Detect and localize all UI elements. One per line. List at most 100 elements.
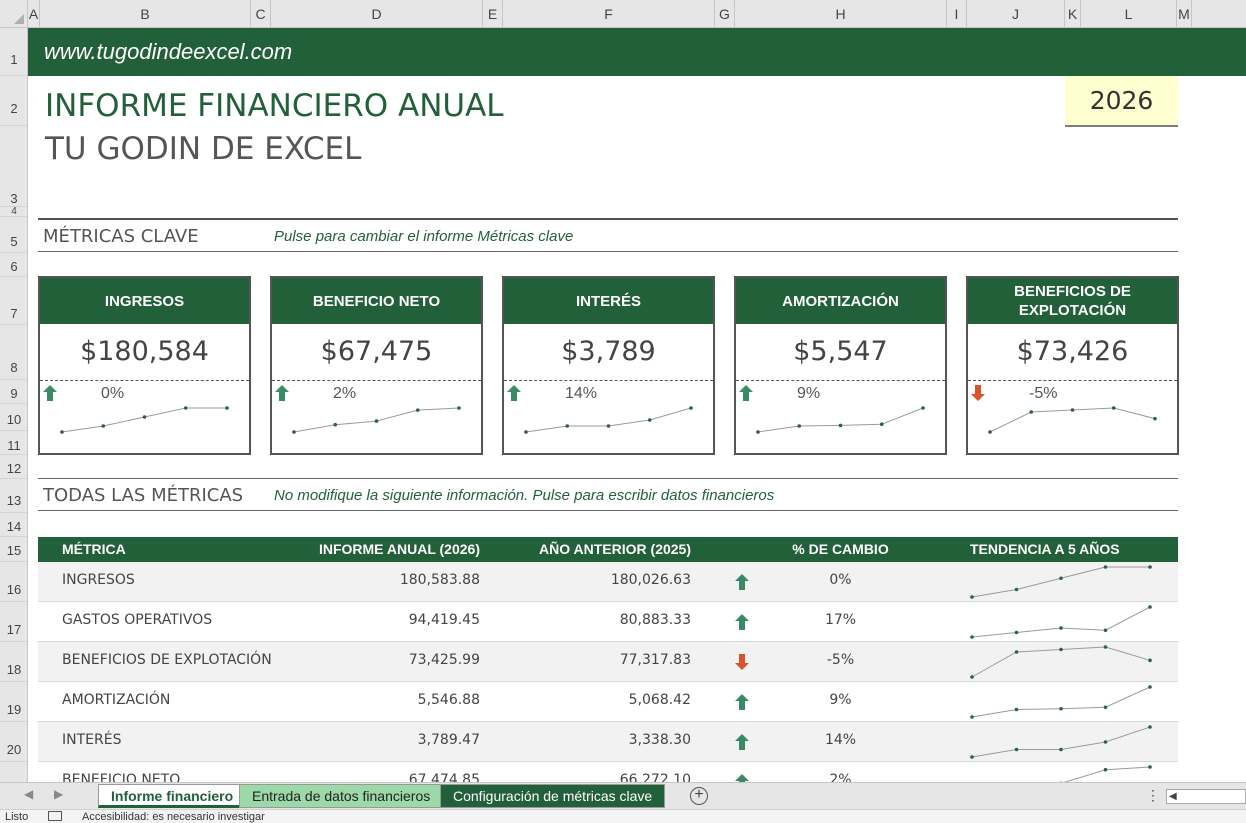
row-header-4[interactable]: 4 [0, 207, 27, 217]
sparkline-point [565, 424, 570, 428]
kpi-card-amortizacion: AMORTIZACIÓN $5,547 9% [734, 276, 947, 455]
column-header-l[interactable]: L [1081, 0, 1177, 28]
table-row[interactable]: INTERÉS 3,789.47 3,338.30 14% [38, 722, 1178, 762]
sparkline-point [970, 715, 974, 719]
row-header-14[interactable]: 14 [0, 513, 27, 537]
sparkline-point [1070, 408, 1075, 412]
row-header-11[interactable]: 11 [0, 431, 27, 455]
year-cell[interactable]: 2026 [1065, 76, 1178, 127]
sparkline-point [988, 430, 992, 434]
header-change[interactable]: % DE CAMBIO [783, 537, 898, 562]
row-header-5[interactable]: 5 [0, 217, 27, 253]
row-header-10[interactable]: 10 [0, 404, 27, 431]
row-header-8[interactable]: 8 [0, 325, 27, 380]
column-header-i[interactable]: I [947, 0, 967, 28]
sparkline-point [1014, 630, 1019, 635]
row-header-1[interactable]: 1 [0, 28, 27, 76]
sparkline-point [1103, 705, 1108, 710]
column-header-f[interactable]: F [503, 0, 715, 28]
header-current-year[interactable]: INFORME ANUAL (2026) [319, 537, 480, 562]
row-header-13[interactable]: 13 [0, 479, 27, 513]
kpi-card-label: INTERÉS [504, 278, 713, 324]
column-header-b[interactable]: B [40, 0, 251, 28]
change-value: 17% [824, 612, 857, 628]
sparkline-chart [970, 685, 1152, 719]
horizontal-scrollbar[interactable]: ◀ [1166, 789, 1246, 804]
table-row[interactable]: BENEFICIO NETO 67,474.85 66,272.10 2% [38, 762, 1178, 782]
row-header-20[interactable]: 20 [0, 722, 27, 762]
column-header-h[interactable]: H [735, 0, 947, 28]
key-metrics-note[interactable]: Pulse para cambiar el informe Métricas c… [274, 228, 573, 245]
table-row[interactable]: INGRESOS 180,583.88 180,026.63 0% [38, 562, 1178, 602]
row-header-2[interactable]: 2 [0, 76, 27, 126]
header-metric[interactable]: MÉTRICA [62, 537, 126, 562]
change-value: 2% [829, 772, 852, 782]
column-header-g[interactable]: G [715, 0, 735, 28]
kpi-card-value: $5,547 [793, 336, 888, 367]
header-previous-year[interactable]: AÑO ANTERIOR (2025) [539, 537, 691, 562]
column-header-e[interactable]: E [483, 0, 503, 28]
worksheet[interactable]: www.tugodindeexcel.com INFORME FINANCIER… [28, 28, 1246, 782]
header-trend[interactable]: TENDENCIA A 5 AÑOS [970, 537, 1120, 562]
sparkline-point [524, 430, 528, 434]
column-header-m[interactable]: M [1177, 0, 1192, 28]
sparkline-point [606, 424, 611, 428]
sparkline-point [142, 415, 147, 419]
table-row[interactable]: GASTOS OPERATIVOS 94,419.45 80,883.33 17… [38, 602, 1178, 642]
divider [38, 218, 1178, 220]
row-header-19[interactable]: 19 [0, 682, 27, 722]
sparkline-point [1148, 685, 1152, 689]
select-all-button[interactable] [0, 0, 28, 28]
column-header-d[interactable]: D [271, 0, 483, 28]
tab-entrada-datos[interactable]: Entrada de datos financieros [239, 784, 444, 808]
tab-scroll-left-icon[interactable]: ◀ [24, 787, 33, 801]
row-header-bar: 1 2 3 4 5 6 7 8 9 10 11 12 13 14 15 16 1… [0, 28, 28, 782]
sheet-tab-bar: ◀ ▶ Informe financiero Entrada de datos … [0, 782, 1246, 809]
previous-value: 80,883.33 [619, 612, 691, 628]
change-value: 9% [829, 692, 852, 708]
row-header-3[interactable]: 3 [0, 126, 27, 207]
arrow-up-icon [735, 734, 749, 750]
tab-configuracion-metricas[interactable]: Configuración de métricas clave [440, 784, 666, 808]
row-header-9[interactable]: 9 [0, 380, 27, 404]
report-title: INFORME FINANCIERO ANUAL [45, 88, 504, 124]
table-row[interactable]: AMORTIZACIÓN 5,546.88 5,068.42 9% [38, 682, 1178, 722]
sparkline-chart [756, 406, 925, 434]
row-header-15[interactable]: 15 [0, 537, 27, 562]
table-row[interactable]: BENEFICIOS DE EXPLOTACIÓN 73,425.99 77,3… [38, 642, 1178, 682]
sparkline-point [415, 408, 420, 412]
column-header-j[interactable]: J [967, 0, 1065, 28]
row-header-12[interactable]: 12 [0, 455, 27, 479]
row-header-17[interactable]: 17 [0, 602, 27, 642]
column-header-k[interactable]: K [1065, 0, 1081, 28]
sheet-view-icon[interactable] [48, 811, 62, 821]
metric-name: AMORTIZACIÓN [62, 692, 171, 708]
row-header-16[interactable]: 16 [0, 562, 27, 602]
website-url[interactable]: www.tugodindeexcel.com [44, 39, 292, 65]
row-header-21[interactable]: 21 [0, 762, 27, 782]
sparkline-line [757, 407, 924, 433]
sparkline-point [647, 418, 652, 422]
more-options-icon[interactable]: ⋮ [1146, 787, 1160, 804]
all-metrics-note[interactable]: No modifique la siguiente información. P… [274, 487, 774, 504]
scroll-left-icon[interactable]: ◀ [1169, 791, 1177, 802]
sparkline-point [1111, 406, 1116, 410]
kpi-card-label: AMORTIZACIÓN [736, 278, 945, 324]
row-header-6[interactable]: 6 [0, 253, 27, 277]
sparkline-point [1059, 647, 1063, 652]
kpi-card-value: $3,789 [561, 336, 656, 367]
sparkline-point [1059, 706, 1063, 711]
sparkline-chart [292, 406, 461, 434]
column-header-bar: A B C D E F G H I J K L M [0, 0, 1246, 28]
add-sheet-button[interactable]: + [690, 787, 708, 805]
metric-name: INTERÉS [62, 732, 122, 748]
row-header-7[interactable]: 7 [0, 277, 27, 325]
kpi-card-label: INGRESOS [40, 278, 249, 324]
arrow-up-icon [735, 774, 749, 782]
tab-scroll-right-icon[interactable]: ▶ [54, 787, 63, 801]
column-header-a[interactable]: A [28, 0, 40, 28]
row-header-18[interactable]: 18 [0, 642, 27, 682]
column-header-c[interactable]: C [251, 0, 271, 28]
tab-informe-financiero[interactable]: Informe financiero [98, 784, 247, 808]
accessibility-status[interactable]: Accesibilidad: es necesario investigar [82, 811, 265, 823]
